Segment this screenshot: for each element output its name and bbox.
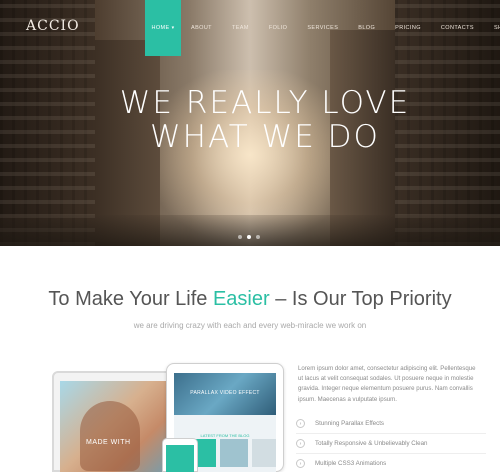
chevron-down-icon: ▾	[171, 25, 175, 31]
section-title: To Make Your Life Easier – Is Our Top Pr…	[0, 288, 500, 311]
hero-headline-line2: WHAT WE DO	[150, 119, 380, 155]
tablet-banner: PARALLAX VIDEO EFFECT	[174, 373, 276, 415]
tablet-banner-text: PARALLAX VIDEO EFFECT	[190, 390, 260, 396]
chevron-right-icon: ›	[296, 419, 305, 428]
section-subtitle: we are driving crazy with each and every…	[133, 321, 367, 330]
nav-home-label: HOME	[151, 25, 170, 31]
laptop-screen: MADE WITH	[60, 381, 170, 472]
laptop-photo	[80, 401, 140, 471]
slider-dot-active[interactable]	[247, 235, 251, 239]
nav-contacts[interactable]: CONTACTS	[431, 0, 484, 56]
nav-shortcodes[interactable]: SHORTCODES	[484, 0, 500, 56]
nav-services[interactable]: SERVICES	[297, 0, 348, 56]
feature-item: › Stunning Parallax Effects	[296, 414, 486, 434]
feature-list: › Stunning Parallax Effects › Totally Re…	[296, 414, 486, 472]
showcase-paragraph: Lorem ipsum dolor amet, consectetur adip…	[298, 365, 476, 403]
nav-folio[interactable]: FOLIO	[259, 0, 298, 56]
nav-team[interactable]: TEAM	[222, 0, 259, 56]
nav-about[interactable]: ABOUT	[181, 0, 222, 56]
slider-dot[interactable]	[256, 235, 260, 239]
slider-pagination	[238, 235, 260, 239]
phone-screen	[166, 445, 194, 472]
nav-pricing[interactable]: PRICING	[385, 0, 431, 56]
feature-label: Stunning Parallax Effects	[315, 420, 385, 427]
feature-item: › Multiple CSS3 Animations	[296, 454, 486, 472]
slider-dot[interactable]	[238, 235, 242, 239]
chevron-right-icon: ›	[296, 439, 305, 448]
section-title-before: To Make Your Life	[48, 288, 213, 310]
tablet-tile	[252, 439, 276, 467]
section-title-after: – Is Our Top Priority	[269, 288, 452, 310]
main-nav: HOME ▾ ABOUT TEAM FOLIO SERVICES BLOG PRI…	[145, 0, 500, 56]
section-title-accent: Easier	[212, 288, 270, 310]
hero-headline-line1: WE REALLY LOVE	[119, 85, 411, 121]
chevron-right-icon: ›	[296, 459, 305, 468]
hero-banner: ACCIO HOME ▾ ABOUT TEAM FOLIO SERVICES BL…	[0, 0, 500, 246]
site-logo[interactable]: ACCIO	[26, 18, 80, 34]
feature-label: Totally Responsive & Unbelievably Clean	[315, 440, 428, 447]
feature-item: › Totally Responsive & Unbelievably Clea…	[296, 434, 486, 454]
nav-blog[interactable]: BLOG	[348, 0, 385, 56]
hero-headline: WE REALLY LOVE WHAT WE DO	[0, 86, 500, 154]
laptop-mockup: MADE WITH	[52, 371, 178, 472]
phone-mockup	[162, 438, 198, 472]
street	[0, 215, 500, 246]
feature-label: Multiple CSS3 Animations	[315, 460, 387, 467]
tablet-tile	[220, 439, 248, 467]
laptop-caption: MADE WITH	[86, 439, 131, 446]
nav-home[interactable]: HOME ▾	[145, 0, 181, 56]
